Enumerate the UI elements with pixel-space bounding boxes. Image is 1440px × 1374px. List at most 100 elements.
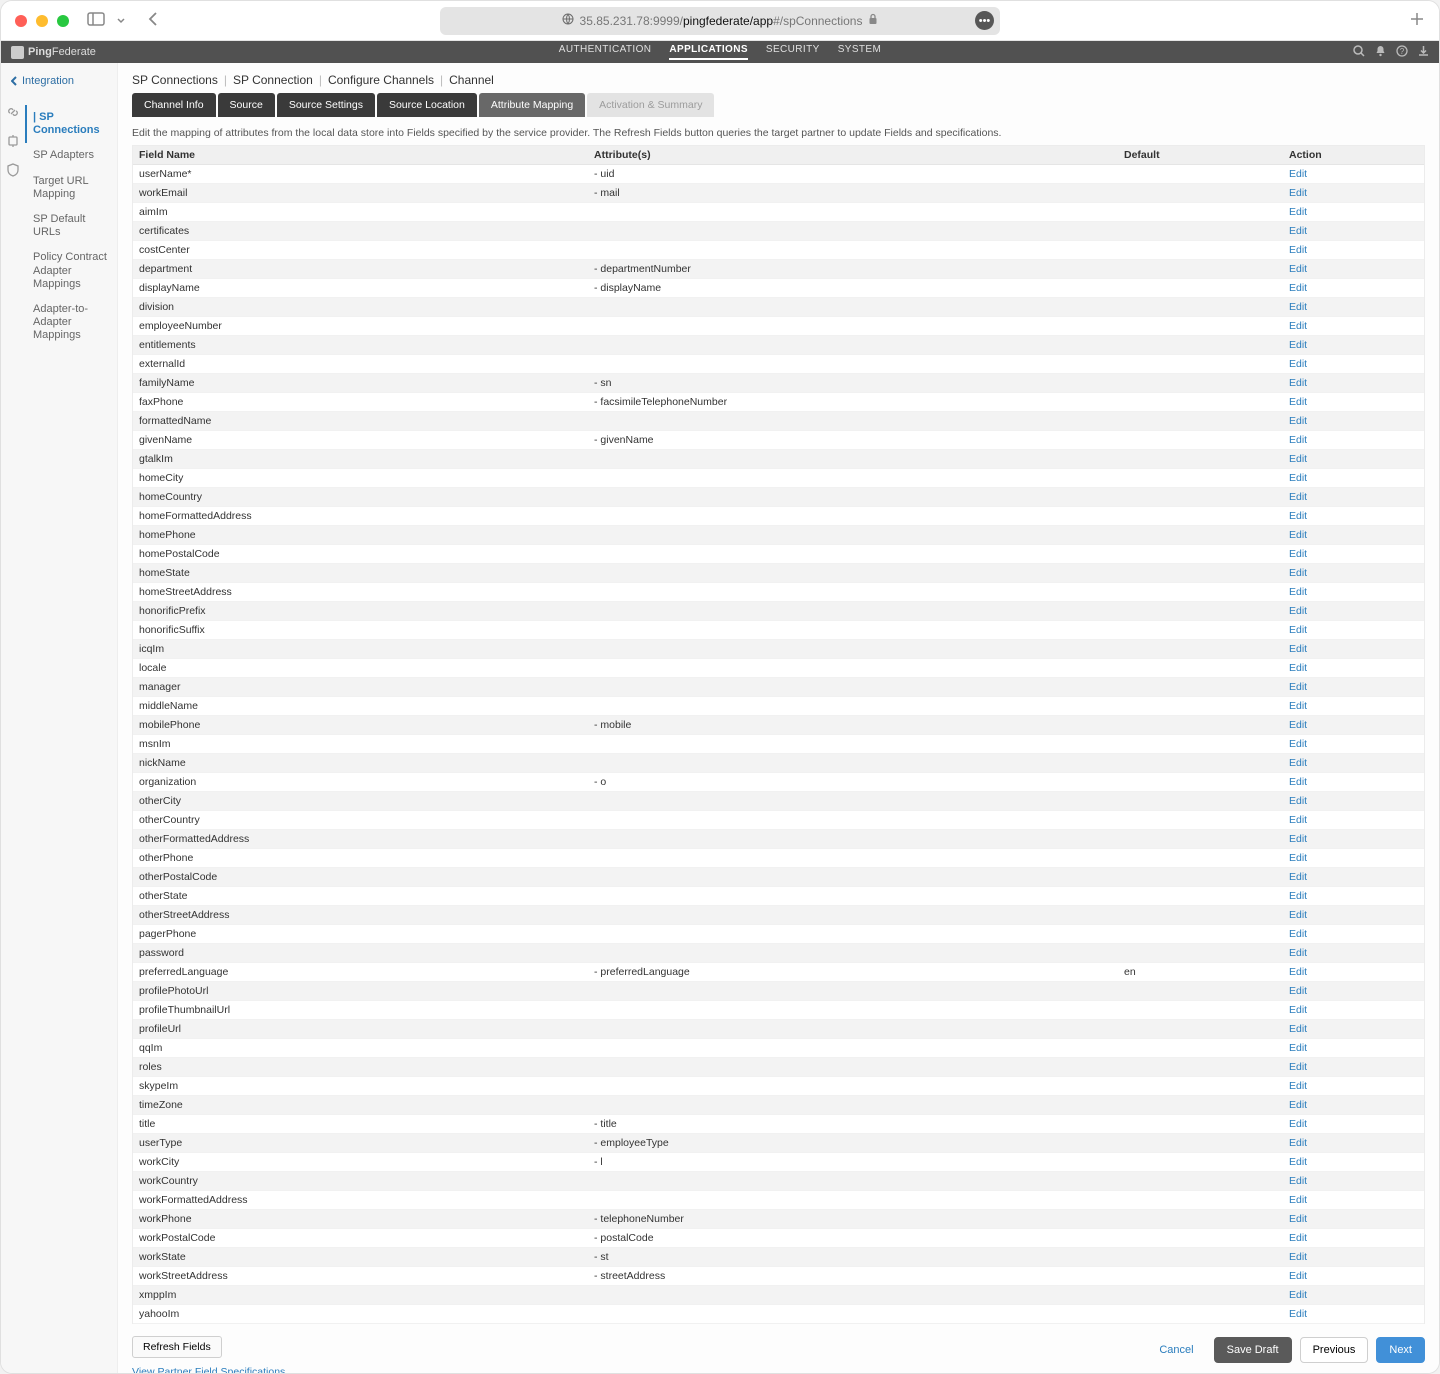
edit-link[interactable]: Edit — [1289, 1289, 1307, 1301]
edit-link[interactable]: Edit — [1289, 1156, 1307, 1168]
edit-link[interactable]: Edit — [1289, 719, 1307, 731]
edit-link[interactable]: Edit — [1289, 187, 1307, 199]
edit-link[interactable]: Edit — [1289, 1137, 1307, 1149]
cancel-button[interactable]: Cancel — [1147, 1338, 1205, 1362]
refresh-fields-button[interactable]: Refresh Fields — [132, 1336, 222, 1358]
edit-link[interactable]: Edit — [1289, 662, 1307, 674]
edit-link[interactable]: Edit — [1289, 1213, 1307, 1225]
edit-link[interactable]: Edit — [1289, 1251, 1307, 1263]
extension-icon[interactable]: ••• — [975, 11, 994, 30]
edit-link[interactable]: Edit — [1289, 567, 1307, 579]
tab-4[interactable]: Attribute Mapping — [479, 93, 585, 117]
edit-link[interactable]: Edit — [1289, 206, 1307, 218]
shield-icon[interactable] — [6, 163, 20, 180]
sidebar-toggle-icon[interactable] — [87, 12, 105, 29]
edit-link[interactable]: Edit — [1289, 890, 1307, 902]
search-icon[interactable] — [1353, 45, 1365, 60]
edit-link[interactable]: Edit — [1289, 1004, 1307, 1016]
edit-link[interactable]: Edit — [1289, 472, 1307, 484]
edit-link[interactable]: Edit — [1289, 624, 1307, 636]
nav-authentication[interactable]: AUTHENTICATION — [559, 44, 652, 60]
edit-link[interactable]: Edit — [1289, 795, 1307, 807]
edit-link[interactable]: Edit — [1289, 510, 1307, 522]
edit-link[interactable]: Edit — [1289, 548, 1307, 560]
close-window-icon[interactable] — [15, 15, 27, 27]
tab-0[interactable]: Channel Info — [132, 93, 216, 117]
url-bar[interactable]: 35.85.231.78:9999/pingfederate/app#/spCo… — [440, 7, 1000, 35]
tab-1[interactable]: Source — [218, 93, 275, 117]
sidebar-item-4[interactable]: Policy Contract Adapter Mappings — [25, 245, 117, 297]
edit-link[interactable]: Edit — [1289, 225, 1307, 237]
sidebar-item-1[interactable]: SP Adapters — [25, 143, 117, 168]
breadcrumb-2[interactable]: Configure Channels — [328, 73, 434, 87]
edit-link[interactable]: Edit — [1289, 1023, 1307, 1035]
edit-link[interactable]: Edit — [1289, 1270, 1307, 1282]
edit-link[interactable]: Edit — [1289, 1118, 1307, 1130]
view-partner-spec-link[interactable]: View Partner Field Specifications — [132, 1366, 1425, 1373]
edit-link[interactable]: Edit — [1289, 700, 1307, 712]
link-icon[interactable] — [6, 105, 20, 122]
tab-2[interactable]: Source Settings — [277, 93, 375, 117]
edit-link[interactable]: Edit — [1289, 1175, 1307, 1187]
edit-link[interactable]: Edit — [1289, 282, 1307, 294]
app-logo[interactable]: PingFederate — [11, 46, 96, 59]
breadcrumb-1[interactable]: SP Connection — [233, 73, 313, 87]
edit-link[interactable]: Edit — [1289, 491, 1307, 503]
edit-link[interactable]: Edit — [1289, 586, 1307, 598]
edit-link[interactable]: Edit — [1289, 377, 1307, 389]
edit-link[interactable]: Edit — [1289, 1099, 1307, 1111]
sidebar-back[interactable]: Integration — [1, 63, 117, 99]
edit-link[interactable]: Edit — [1289, 852, 1307, 864]
edit-link[interactable]: Edit — [1289, 1061, 1307, 1073]
sidebar-item-3[interactable]: SP Default URLs — [25, 207, 117, 245]
chevron-down-icon[interactable] — [117, 15, 125, 27]
edit-link[interactable]: Edit — [1289, 453, 1307, 465]
edit-link[interactable]: Edit — [1289, 1308, 1307, 1320]
edit-link[interactable]: Edit — [1289, 776, 1307, 788]
breadcrumb-0[interactable]: SP Connections — [132, 73, 218, 87]
edit-link[interactable]: Edit — [1289, 985, 1307, 997]
edit-link[interactable]: Edit — [1289, 168, 1307, 180]
edit-link[interactable]: Edit — [1289, 1194, 1307, 1206]
edit-link[interactable]: Edit — [1289, 605, 1307, 617]
edit-link[interactable]: Edit — [1289, 833, 1307, 845]
edit-link[interactable]: Edit — [1289, 434, 1307, 446]
edit-link[interactable]: Edit — [1289, 301, 1307, 313]
edit-link[interactable]: Edit — [1289, 415, 1307, 427]
tab-3[interactable]: Source Location — [377, 93, 477, 117]
edit-link[interactable]: Edit — [1289, 871, 1307, 883]
edit-link[interactable]: Edit — [1289, 529, 1307, 541]
edit-link[interactable]: Edit — [1289, 244, 1307, 256]
edit-link[interactable]: Edit — [1289, 909, 1307, 921]
edit-link[interactable]: Edit — [1289, 339, 1307, 351]
edit-link[interactable]: Edit — [1289, 396, 1307, 408]
maximize-window-icon[interactable] — [57, 15, 69, 27]
edit-link[interactable]: Edit — [1289, 1232, 1307, 1244]
adapter-icon[interactable] — [6, 134, 20, 151]
nav-applications[interactable]: APPLICATIONS — [669, 44, 748, 60]
edit-link[interactable]: Edit — [1289, 643, 1307, 655]
bell-icon[interactable] — [1375, 45, 1386, 60]
sidebar-item-0[interactable]: | SP Connections — [25, 105, 117, 143]
save-draft-button[interactable]: Save Draft — [1214, 1337, 1292, 1363]
edit-link[interactable]: Edit — [1289, 928, 1307, 940]
nav-system[interactable]: SYSTEM — [838, 44, 882, 60]
edit-link[interactable]: Edit — [1289, 757, 1307, 769]
sidebar-item-5[interactable]: Adapter-to-Adapter Mappings — [25, 297, 117, 349]
edit-link[interactable]: Edit — [1289, 681, 1307, 693]
edit-link[interactable]: Edit — [1289, 947, 1307, 959]
minimize-window-icon[interactable] — [36, 15, 48, 27]
edit-link[interactable]: Edit — [1289, 358, 1307, 370]
download-icon[interactable] — [1418, 45, 1429, 60]
nav-security[interactable]: SECURITY — [766, 44, 820, 60]
new-tab-icon[interactable] — [1409, 11, 1425, 30]
sidebar-item-2[interactable]: Target URL Mapping — [25, 169, 117, 207]
previous-button[interactable]: Previous — [1300, 1337, 1369, 1363]
edit-link[interactable]: Edit — [1289, 814, 1307, 826]
next-button[interactable]: Next — [1376, 1337, 1425, 1363]
edit-link[interactable]: Edit — [1289, 738, 1307, 750]
edit-link[interactable]: Edit — [1289, 263, 1307, 275]
edit-link[interactable]: Edit — [1289, 1042, 1307, 1054]
edit-link[interactable]: Edit — [1289, 1080, 1307, 1092]
edit-link[interactable]: Edit — [1289, 320, 1307, 332]
